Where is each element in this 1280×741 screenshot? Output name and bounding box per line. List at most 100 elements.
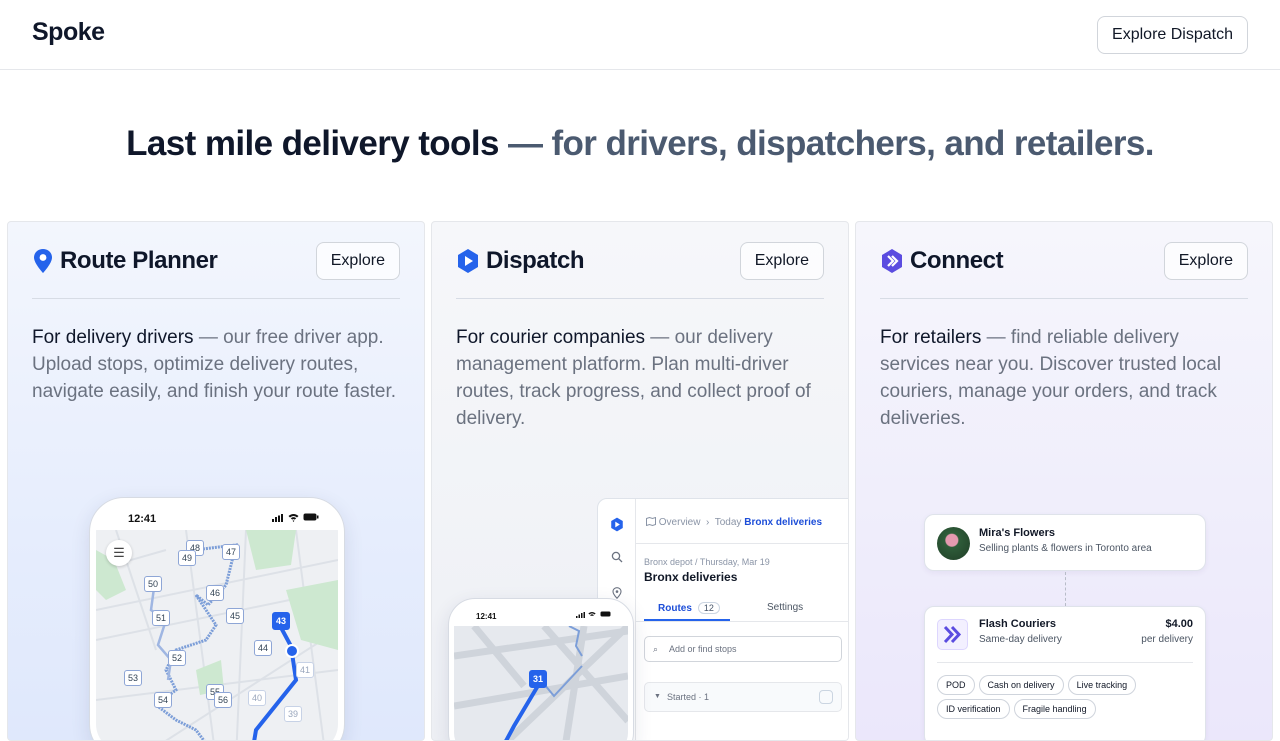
feature-chip: Fragile handling [1013, 699, 1096, 719]
feature-chip: POD [937, 675, 975, 695]
breadcrumb-overview[interactable]: Overview [659, 517, 701, 528]
card-title: Route Planner [60, 247, 218, 274]
phone-clock: 12:41 [128, 513, 157, 525]
headline-primary: Last mile delivery tools [126, 124, 499, 163]
tab-settings[interactable]: Settings [767, 602, 803, 613]
card-lead: For courier companies [456, 327, 646, 348]
feature-chip: Cash on delivery [978, 675, 1064, 695]
stop-pin[interactable]: 54 [154, 692, 172, 708]
stop-pin[interactable]: 50 [144, 576, 162, 592]
card-lead: For delivery drivers [32, 327, 194, 348]
card-header: Connect [880, 242, 1004, 280]
stop-pin[interactable]: 56 [214, 692, 232, 708]
dispatch-app-mockup: Overview › Today Bronx deliveries Bronx … [597, 498, 848, 740]
dispatch-map[interactable]: 31 [454, 626, 628, 740]
phone-status-bar: 12:41 [454, 604, 628, 626]
visibility-icon[interactable] [819, 690, 833, 704]
connect-logo-icon [882, 249, 902, 273]
menu-icon[interactable]: ☰ [106, 540, 132, 566]
stop-pin[interactable]: 51 [152, 610, 170, 626]
feature-chip: Live tracking [1067, 675, 1137, 695]
card-description: For retailers — find reliable delivery s… [880, 324, 1252, 432]
route-planner-phone-mockup: 12:41 ☰ 48 47 49 50 46 51 45 43 44 52 53… [90, 498, 344, 740]
signal-icon [576, 612, 585, 618]
divider [636, 543, 848, 544]
stop-pin[interactable]: 40 [248, 690, 266, 706]
stop-pin-active[interactable]: 31 [529, 670, 547, 688]
breadcrumb-current: Bronx deliveries [744, 517, 823, 528]
route-planner-card: Route Planner Explore For delivery drive… [7, 221, 425, 741]
delivery-price: $4.00 [1165, 618, 1193, 630]
tab-routes-label: Routes [658, 603, 692, 614]
search-icon[interactable] [611, 551, 623, 563]
stop-pin[interactable]: 44 [254, 640, 272, 656]
route-planner-explore-button[interactable]: Explore [315, 242, 400, 280]
wifi-icon [588, 611, 596, 617]
page-headline: Last mile delivery tools — for drivers, … [0, 124, 1280, 164]
dispatch-logo-icon[interactable] [610, 517, 624, 532]
dispatch-card: Dispatch Explore For courier companies —… [431, 221, 849, 741]
headline-secondary: — for drivers, dispatchers, and retailer… [498, 124, 1155, 163]
card-lead: For retailers [880, 327, 982, 348]
search-placeholder: Add or find stops [669, 644, 737, 654]
feature-chip: ID verification [937, 699, 1010, 719]
connector-line [1065, 572, 1066, 606]
card-title: Dispatch [486, 247, 585, 274]
divider [880, 298, 1248, 299]
route-map[interactable]: ☰ 48 47 49 50 46 51 45 43 44 52 53 54 55… [96, 530, 338, 740]
divider [636, 621, 848, 622]
explore-dispatch-button[interactable]: Explore Dispatch [1097, 16, 1248, 54]
stop-pin[interactable]: 47 [222, 544, 240, 560]
search-icon: ⌕ [653, 644, 659, 654]
card-header: Route Planner [32, 242, 218, 280]
connect-explore-button[interactable]: Explore [1163, 242, 1248, 280]
location-icon[interactable] [612, 587, 622, 599]
dispatch-explore-button[interactable]: Explore [739, 242, 824, 280]
stop-pin-active[interactable]: 43 [272, 612, 290, 630]
stop-pin[interactable]: 49 [178, 550, 196, 566]
phone-clock: 12:41 [476, 612, 497, 621]
feature-chips: POD Cash on delivery Live tracking ID ve… [937, 675, 1197, 719]
wifi-icon [288, 514, 299, 522]
top-nav: Spoke Explore Dispatch [0, 0, 1280, 70]
stop-pin[interactable]: 45 [226, 608, 244, 624]
price-unit: per delivery [1141, 634, 1193, 645]
stop-search-input[interactable]: ⌕ Add or find stops [644, 636, 842, 662]
courier-card[interactable]: Flash Couriers Same-day delivery $4.00 p… [924, 606, 1206, 740]
dispatch-logo-icon [458, 249, 478, 273]
group-label: Started · 1 [667, 692, 710, 702]
route-title: Bronx deliveries [644, 570, 738, 584]
location-pin-icon [34, 249, 52, 273]
courier-logo-icon [937, 619, 968, 650]
card-description: For courier companies — our delivery man… [456, 324, 828, 432]
retailer-description: Selling plants & flowers in Toronto area [979, 543, 1152, 554]
breadcrumb: Overview › Today Bronx deliveries [646, 516, 823, 528]
divider [456, 298, 824, 299]
started-routes-group[interactable]: ▼ Started · 1 [644, 682, 842, 712]
breadcrumb-today[interactable]: Today [715, 517, 742, 528]
stop-pin[interactable]: 41 [296, 662, 314, 678]
retailer-card[interactable]: Mira's Flowers Selling plants & flowers … [924, 514, 1206, 571]
route-subtitle: Bronx depot / Thursday, Mar 19 [644, 557, 770, 567]
spoke-logo[interactable]: Spoke [32, 18, 105, 47]
breadcrumb-separator: › [703, 517, 713, 528]
phone-status-bar: 12:41 [96, 504, 338, 530]
chevron-down-icon[interactable]: ▼ [654, 683, 661, 711]
card-title: Connect [910, 247, 1004, 274]
tab-routes[interactable]: Routes 12 [658, 602, 720, 614]
card-header: Dispatch [456, 242, 585, 280]
stop-pin[interactable]: 46 [206, 585, 224, 601]
battery-icon [303, 513, 319, 521]
stop-pin[interactable]: 52 [168, 650, 186, 666]
courier-name: Flash Couriers [979, 618, 1057, 630]
courier-description: Same-day delivery [979, 634, 1062, 645]
signal-icon [272, 514, 283, 522]
stop-pin[interactable]: 53 [124, 670, 142, 686]
card-description: For delivery drivers — our free driver a… [32, 324, 404, 405]
connect-card: Connect Explore For retailers — find rel… [855, 221, 1273, 741]
battery-icon [600, 611, 611, 617]
retailer-name: Mira's Flowers [979, 527, 1055, 539]
routes-count-badge: 12 [697, 602, 720, 614]
divider [32, 298, 400, 299]
retailer-avatar [937, 527, 970, 560]
